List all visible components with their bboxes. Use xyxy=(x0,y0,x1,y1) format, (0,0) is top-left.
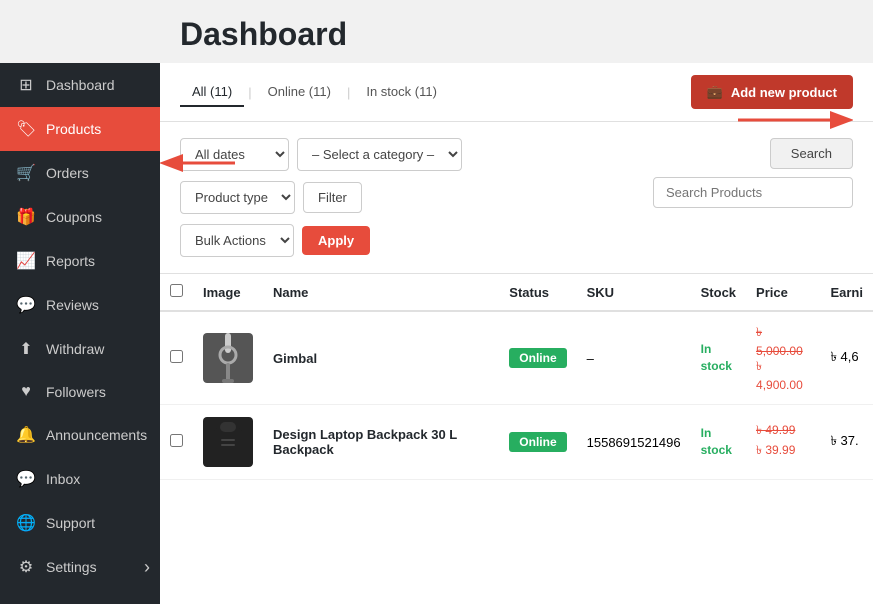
briefcase-icon: 💼 xyxy=(707,84,723,100)
sidebar-item-products[interactable]: 🏷 Products xyxy=(0,107,160,151)
product-table: Image Name Status SKU Stock Price Earni … xyxy=(160,273,873,480)
filter-row-3: Bulk ActionsDelete Apply xyxy=(180,224,462,257)
tab-divider: | xyxy=(248,85,251,100)
col-stock: Stock xyxy=(691,274,746,312)
product-type-select[interactable]: Product typeSimpleVariableGrouped xyxy=(180,181,295,214)
product-image-backpack xyxy=(203,417,253,467)
sku-backpack: 1558691521496 xyxy=(577,405,691,480)
col-sku: SKU xyxy=(577,274,691,312)
sidebar-label-settings: Settings xyxy=(46,559,97,575)
sidebar-label-orders: Orders xyxy=(46,165,89,181)
settings-icon: ⚙ xyxy=(16,557,36,577)
add-product-label: Add new product xyxy=(731,85,837,100)
filter-right: Search xyxy=(653,138,853,208)
bulk-actions-select[interactable]: Bulk ActionsDelete xyxy=(180,224,294,257)
stock-gimbal: Instock xyxy=(701,342,732,373)
sidebar-label-coupons: Coupons xyxy=(46,209,102,225)
status-badge-gimbal: Online xyxy=(509,348,566,368)
filter-row-1: All datesLast 7 daysLast monthLast year … xyxy=(180,138,462,171)
sidebar-label-reports: Reports xyxy=(46,253,95,269)
row-checkbox-gimbal[interactable] xyxy=(170,350,183,363)
sidebar-item-followers[interactable]: ♥ Followers xyxy=(0,371,160,413)
sidebar-item-orders[interactable]: 🛒 Orders xyxy=(0,151,160,195)
date-select[interactable]: All datesLast 7 daysLast monthLast year xyxy=(180,138,289,171)
filter-row-2: Product typeSimpleVariableGrouped Filter xyxy=(180,181,462,214)
earning-gimbal: ৳ 4,6 xyxy=(820,311,873,405)
reports-icon: 📈 xyxy=(16,251,36,271)
page-title: Dashboard xyxy=(0,0,873,63)
sidebar-item-dashboard[interactable]: ⊞ Dashboard xyxy=(0,63,160,107)
tabs-list: All (11) | Online (11) | In stock (11) xyxy=(180,78,449,107)
table-row: Gimbal Online – Instock ৳ 5,000.00 ৳ 4,9… xyxy=(160,311,873,405)
sidebar-item-reports[interactable]: 📈 Reports xyxy=(0,239,160,283)
inbox-icon: 💬 xyxy=(16,469,36,489)
col-earning: Earni xyxy=(820,274,873,312)
product-image-gimbal xyxy=(203,333,253,383)
orders-icon: 🛒 xyxy=(16,163,36,183)
search-button[interactable]: Search xyxy=(770,138,853,169)
apply-button[interactable]: Apply xyxy=(302,226,370,255)
reviews-icon: 💬 xyxy=(16,295,36,315)
col-status: Status xyxy=(499,274,576,312)
tab-instock[interactable]: In stock (11) xyxy=(354,78,449,107)
table-row: Design Laptop Backpack 30 L Backpack Onl… xyxy=(160,405,873,480)
sidebar-label-reviews: Reviews xyxy=(46,297,99,313)
sidebar-item-settings[interactable]: ⚙ Settings xyxy=(0,545,160,589)
sidebar-label-products: Products xyxy=(46,121,101,137)
tabs-bar: All (11) | Online (11) | In stock (11) 💼 Add… xyxy=(160,63,873,122)
price-old-gimbal: ৳ 5,000.00 xyxy=(756,324,810,358)
sidebar-item-coupons[interactable]: 🎁 Coupons xyxy=(0,195,160,239)
announcements-icon: 🔔 xyxy=(16,425,36,445)
status-badge-backpack: Online xyxy=(509,432,566,452)
sidebar-item-announcements[interactable]: 🔔 Announcements xyxy=(0,413,160,457)
select-all-checkbox[interactable] xyxy=(170,284,183,297)
sidebar-label-support: Support xyxy=(46,515,95,531)
col-image: Image xyxy=(193,274,263,312)
category-select[interactable]: – Select a category –ElectronicsClothing… xyxy=(297,138,462,171)
row-checkbox-backpack[interactable] xyxy=(170,434,183,447)
col-price: Price xyxy=(746,274,820,312)
sidebar-item-reviews[interactable]: 💬 Reviews xyxy=(0,283,160,327)
tab-all[interactable]: All (11) xyxy=(180,78,244,107)
price-old-backpack: ৳ 49.99 xyxy=(756,422,810,442)
earning-backpack: ৳ 37. xyxy=(820,405,873,480)
tab-divider: | xyxy=(347,85,350,100)
sidebar-item-withdraw[interactable]: ⬆ Withdraw xyxy=(0,327,160,371)
col-name: Name xyxy=(263,274,499,312)
dashboard-icon: ⊞ xyxy=(16,75,36,95)
sidebar-label-dashboard: Dashboard xyxy=(46,77,115,93)
stock-backpack: Instock xyxy=(701,426,732,457)
main-content: All (11) | Online (11) | In stock (11) 💼 Add… xyxy=(160,63,873,604)
tab-online[interactable]: Online (11) xyxy=(256,78,343,107)
coupons-icon: 🎁 xyxy=(16,207,36,227)
product-name-backpack: Design Laptop Backpack 30 L Backpack xyxy=(273,427,457,457)
support-icon: 🌐 xyxy=(16,513,36,533)
sidebar-item-support[interactable]: 🌐 Support xyxy=(0,501,160,545)
products-icon: 🏷 xyxy=(16,119,36,139)
followers-icon: ♥ xyxy=(16,383,36,401)
sidebar-label-followers: Followers xyxy=(46,384,106,400)
sidebar-item-inbox[interactable]: 💬 Inbox xyxy=(0,457,160,501)
filter-button[interactable]: Filter xyxy=(303,182,362,213)
filter-left: All datesLast 7 daysLast monthLast year … xyxy=(180,138,462,257)
withdraw-icon: ⬆ xyxy=(16,339,36,359)
filters-area: All datesLast 7 daysLast monthLast year … xyxy=(160,122,873,273)
sidebar-label-withdraw: Withdraw xyxy=(46,341,104,357)
sidebar: ⊞ Dashboard 🏷 Products 🛒 Orders 🎁 Coupon… xyxy=(0,63,160,604)
search-input[interactable] xyxy=(653,177,853,208)
sku-gimbal: – xyxy=(577,311,691,405)
sidebar-label-announcements: Announcements xyxy=(46,427,147,443)
price-new-gimbal: ৳ 4,900.00 xyxy=(756,358,810,392)
sidebar-label-inbox: Inbox xyxy=(46,471,80,487)
product-name-gimbal: Gimbal xyxy=(273,351,317,366)
price-new-backpack: ৳ 39.99 xyxy=(756,442,810,462)
add-product-button[interactable]: 💼 Add new product xyxy=(691,75,853,109)
